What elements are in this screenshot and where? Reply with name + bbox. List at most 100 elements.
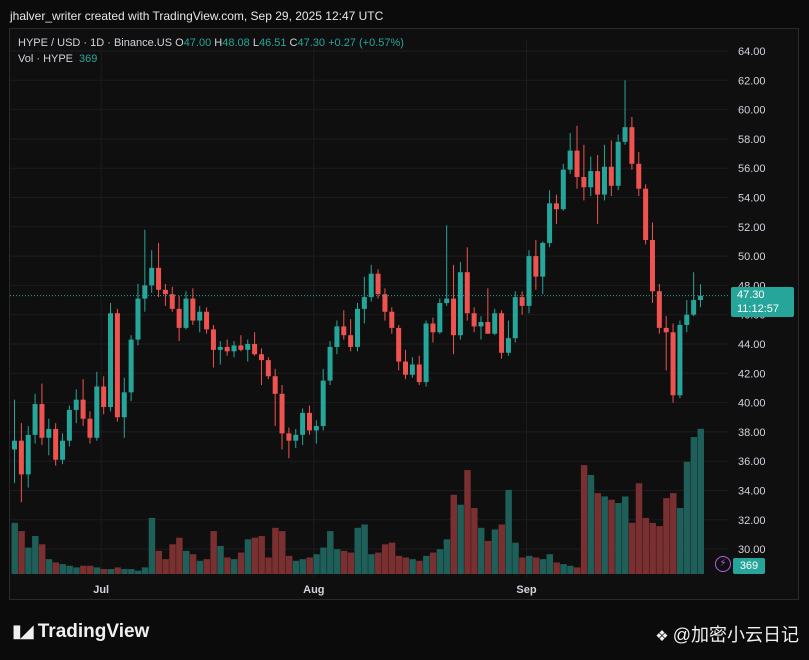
candle-body: [12, 440, 17, 450]
candle-body: [499, 313, 505, 353]
volume-bar: [395, 555, 403, 574]
volume-bar: [196, 560, 204, 574]
volume-bar: [258, 536, 265, 574]
volume-bar: [251, 537, 259, 574]
price-tick-label: 50.00: [738, 251, 766, 263]
candle-body: [204, 311, 210, 330]
volume-bar: [429, 552, 437, 574]
volume-bar: [477, 527, 485, 574]
volume-bar: [224, 557, 231, 574]
volume-bar: [491, 529, 499, 574]
volume-bar: [622, 496, 629, 574]
volume-bar: [162, 559, 169, 574]
candlestick-chart[interactable]: 64.00 62.00 60.00 58.00 56.00 54.00 52.00 50.00…: [0, 0, 809, 660]
volume-bar: [690, 437, 698, 574]
candle-body: [66, 409, 72, 441]
candle-body: [409, 364, 415, 375]
volume-bar: [272, 527, 279, 574]
candle-body: [670, 332, 676, 396]
candle-body: [601, 166, 607, 195]
symbol-label: HYPE / USD · 1D · Binance.US: [18, 37, 173, 49]
volume-bar: [299, 559, 307, 574]
volume-bar: [361, 524, 368, 574]
candle-body: [553, 203, 559, 210]
volume-bar: [635, 483, 643, 574]
volume-bar: [203, 559, 211, 574]
volume-value: 369: [79, 53, 98, 65]
candle-body: [39, 404, 45, 438]
time-tick-label: Jul: [93, 584, 109, 596]
volume-bar: [45, 559, 53, 574]
volume-bar: [402, 557, 409, 574]
price-tick-label: 44.00: [738, 339, 766, 351]
candle-body: [73, 399, 79, 410]
price-tick-label: 40.00: [738, 398, 766, 410]
volume-bar: [615, 503, 622, 574]
candle-body: [355, 308, 360, 347]
price-tick-label: 52.00: [738, 222, 766, 234]
candle-body: [217, 346, 223, 350]
price-tick-label: 58.00: [738, 134, 766, 146]
candle-body: [142, 285, 148, 299]
candle-body: [451, 298, 457, 336]
volume-bar: [114, 567, 121, 574]
candle-body: [224, 346, 230, 352]
candle-body: [176, 308, 182, 328]
candle-body: [512, 297, 518, 339]
candle-body: [60, 440, 66, 460]
volume-bar: [539, 559, 547, 574]
time-tick-label: Sep: [516, 584, 536, 596]
candle-body: [135, 298, 141, 340]
volume-bars: [11, 428, 704, 574]
candle-body: [348, 335, 354, 347]
volume-bar: [663, 498, 670, 574]
candle-body: [684, 314, 690, 325]
volume-bar: [313, 554, 320, 574]
volume-bar: [368, 554, 375, 574]
volume-bar: [244, 539, 252, 574]
candle-body: [423, 323, 429, 383]
candle-body: [341, 326, 347, 336]
volume-bar: [388, 542, 396, 574]
lightning-icon[interactable]: ⚡: [715, 556, 731, 572]
volume-bar: [93, 567, 101, 574]
candle-body: [540, 242, 546, 277]
ohlc-legend: HYPE / USD · 1D · Binance.US O47.00 H48.…: [18, 37, 404, 49]
volume-legend: Vol · HYPE 369: [18, 53, 97, 65]
candle-body: [46, 428, 52, 438]
volume-bar: [553, 562, 560, 574]
volume-bar: [80, 565, 87, 574]
volume-bar: [121, 569, 128, 574]
volume-bar: [526, 555, 533, 574]
candle-body: [80, 399, 86, 419]
price-tick-label: 32.00: [738, 515, 766, 527]
volume-bar: [498, 524, 506, 574]
candle-body: [526, 256, 532, 306]
volume-bar: [484, 541, 492, 574]
candle-body: [258, 354, 264, 361]
candle-body: [560, 169, 566, 210]
candle-body: [25, 434, 31, 475]
candle-bodies: [12, 127, 703, 475]
volume-bar: [347, 552, 355, 574]
volume-bar: [210, 531, 217, 574]
candle-body: [313, 426, 319, 431]
open-label: O: [175, 37, 184, 49]
volume-bar: [580, 465, 588, 574]
volume-bar: [416, 560, 423, 574]
candle-body: [53, 428, 59, 460]
volume-bar: [128, 569, 135, 574]
candle-body: [272, 376, 278, 394]
volume-bar: [18, 531, 25, 574]
volume-bar: [697, 428, 704, 574]
candle-body: [505, 338, 511, 353]
volume-bar: [649, 522, 656, 574]
candle-body: [382, 294, 388, 312]
candle-body: [444, 298, 450, 303]
candle-body: [375, 273, 381, 295]
candle-body: [238, 345, 244, 350]
volume-bar: [354, 527, 361, 574]
volume-bar: [560, 564, 567, 574]
volume-bar: [176, 537, 183, 574]
candle-body: [608, 166, 614, 186]
